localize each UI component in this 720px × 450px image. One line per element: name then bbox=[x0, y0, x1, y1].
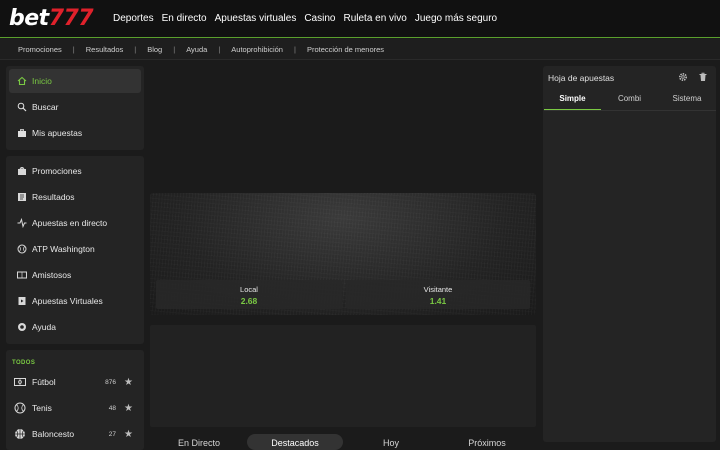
bet-slip-title: Hoja de apuestas bbox=[548, 73, 615, 83]
bet777-logo[interactable]: bet777 bbox=[9, 6, 94, 31]
sidebar-item-label: Mis apuestas bbox=[32, 128, 83, 138]
sport-count: 48 bbox=[108, 404, 116, 412]
sport-label: Tenis bbox=[32, 403, 52, 413]
nav-juego-mas-seguro[interactable]: Juego más seguro bbox=[415, 13, 497, 24]
sport-label: Fútbol bbox=[32, 377, 56, 387]
tennis-ball-icon bbox=[17, 244, 27, 254]
sidebar-item-label: Inicio bbox=[32, 76, 52, 86]
results-icon bbox=[17, 192, 27, 202]
subnav-divider: | bbox=[72, 45, 75, 54]
sidebar-item-buscar[interactable]: Buscar bbox=[9, 95, 141, 119]
tab-simple[interactable]: Simple bbox=[544, 92, 601, 110]
odds-label: Local bbox=[240, 285, 258, 294]
subnav-proteccion-menores[interactable]: Protección de menores bbox=[307, 45, 384, 54]
tab-en-directo[interactable]: En Directo bbox=[150, 434, 248, 450]
help-icon bbox=[17, 322, 27, 332]
sport-row-futbol[interactable]: Fútbol 876 ★ bbox=[6, 369, 144, 395]
sport-count: 876 bbox=[105, 378, 116, 386]
bet-slip: Hoja de apuestas Simple Combi Sistema bbox=[543, 66, 716, 442]
odds-label: Visitante bbox=[423, 285, 453, 294]
sidebar-item-inicio[interactable]: Inicio bbox=[9, 69, 141, 93]
sub-nav: Promociones | Resultados | Blog | Ayuda | Au… bbox=[18, 45, 384, 54]
subnav-divider: | bbox=[134, 45, 137, 54]
match-banner: Local 2.68 Visitante 1.41 bbox=[150, 193, 536, 315]
tab-combi[interactable]: Combi bbox=[601, 92, 658, 110]
tab-sistema[interactable]: Sistema bbox=[658, 92, 716, 110]
top-bar: bet777 Deportes En directo Apuestas virt… bbox=[0, 0, 720, 38]
main-nav: Deportes En directo Apuestas virtuales C… bbox=[113, 13, 497, 24]
subnav-promociones[interactable]: Promociones bbox=[18, 45, 62, 54]
search-icon bbox=[17, 102, 27, 112]
odds-value: 1.41 bbox=[429, 296, 447, 306]
subnav-autoprohibicion[interactable]: Autoprohibición bbox=[231, 45, 283, 54]
tab-destacados[interactable]: Destacados bbox=[247, 434, 343, 450]
sidebar-item-label: Amistosos bbox=[32, 270, 72, 280]
friendly-icon bbox=[17, 270, 27, 280]
odds-local-button[interactable]: Local 2.68 bbox=[156, 280, 342, 309]
sidebar-item-label: Apuestas en directo bbox=[32, 218, 108, 228]
tab-proximos[interactable]: Próximos bbox=[439, 434, 535, 450]
sidebar-item-label: Apuestas Virtuales bbox=[32, 296, 103, 306]
trash-icon[interactable] bbox=[698, 72, 708, 82]
promo-icon bbox=[17, 166, 27, 176]
sidebar-menu-panel: Promociones Resultados Apuestas en direc… bbox=[6, 156, 144, 344]
sidebar-item-mis-apuestas[interactable]: Mis apuestas bbox=[9, 121, 141, 145]
basketball-icon bbox=[15, 429, 25, 439]
sidebar-item-label: Promociones bbox=[32, 166, 82, 176]
odds-visitante-button[interactable]: Visitante 1.41 bbox=[346, 280, 530, 309]
gear-icon[interactable] bbox=[678, 72, 688, 82]
sports-header: TODOS bbox=[12, 360, 36, 366]
odds-value: 2.68 bbox=[240, 296, 258, 306]
sport-label: Baloncesto bbox=[32, 429, 75, 439]
sidebar-sports-panel: TODOS Fútbol 876 ★ Tenis 48 ★ Baloncesto… bbox=[6, 350, 144, 450]
sidebar-top-panel: Inicio Buscar Mis apuestas bbox=[6, 66, 144, 150]
sidebar-item-atp-washington[interactable]: ATP Washington bbox=[9, 237, 141, 261]
sidebar-item-promociones[interactable]: Promociones bbox=[9, 159, 141, 183]
subnav-ayuda[interactable]: Ayuda bbox=[186, 45, 207, 54]
sidebar-item-label: Ayuda bbox=[32, 322, 56, 332]
subnav-divider: | bbox=[218, 45, 221, 54]
football-icon bbox=[14, 378, 26, 386]
sidebar-item-label: Buscar bbox=[32, 102, 59, 112]
sport-row-tenis[interactable]: Tenis 48 ★ bbox=[6, 395, 144, 421]
star-icon[interactable]: ★ bbox=[124, 429, 133, 440]
subnav-divider: | bbox=[293, 45, 296, 54]
sidebar-item-ayuda[interactable]: Ayuda bbox=[9, 315, 141, 339]
subnav-divider: | bbox=[173, 45, 176, 54]
bet-slip-tabs: Simple Combi Sistema bbox=[544, 92, 716, 110]
sidebar-item-apuestas-virtuales[interactable]: Apuestas Virtuales bbox=[9, 289, 141, 313]
briefcase-icon bbox=[17, 128, 27, 138]
live-icon bbox=[17, 218, 27, 228]
sidebar-item-apuestas-directo[interactable]: Apuestas en directo bbox=[9, 211, 141, 235]
nav-ruleta-en-vivo[interactable]: Ruleta en vivo bbox=[343, 13, 406, 24]
subnav-resultados[interactable]: Resultados bbox=[86, 45, 124, 54]
nav-apuestas-virtuales[interactable]: Apuestas virtuales bbox=[215, 13, 297, 24]
sub-bar: Promociones | Resultados | Blog | Ayuda | Au… bbox=[0, 39, 720, 60]
sport-row-baloncesto[interactable]: Baloncesto 27 ★ bbox=[6, 421, 144, 447]
home-icon bbox=[17, 76, 27, 86]
events-panel bbox=[150, 325, 536, 427]
subnav-blog[interactable]: Blog bbox=[147, 45, 162, 54]
nav-casino[interactable]: Casino bbox=[304, 13, 335, 24]
nav-en-directo[interactable]: En directo bbox=[162, 13, 207, 24]
event-tabs: En Directo Destacados Hoy Próximos bbox=[150, 434, 536, 450]
star-icon[interactable]: ★ bbox=[124, 377, 133, 388]
tab-hoy[interactable]: Hoy bbox=[343, 434, 439, 450]
sidebar-item-amistosos[interactable]: Amistosos bbox=[9, 263, 141, 287]
sport-count: 27 bbox=[108, 430, 116, 438]
sidebar-item-label: ATP Washington bbox=[32, 244, 95, 254]
sidebar-item-resultados[interactable]: Resultados bbox=[9, 185, 141, 209]
tennis-icon bbox=[14, 402, 26, 414]
sidebar-item-label: Resultados bbox=[32, 192, 75, 202]
nav-deportes[interactable]: Deportes bbox=[113, 13, 154, 24]
divider bbox=[544, 110, 716, 111]
virtual-icon bbox=[17, 296, 27, 306]
star-icon[interactable]: ★ bbox=[124, 403, 133, 414]
